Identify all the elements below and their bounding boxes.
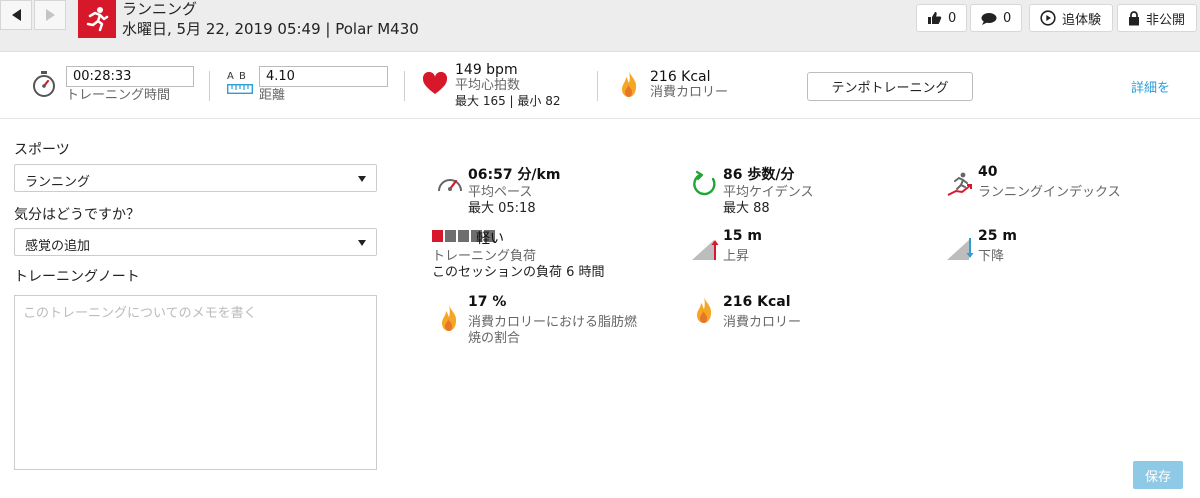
activity-header: ランニング 水曜日, 5月 22, 2019 05:49 | Polar M43… (0, 0, 1200, 52)
cadence-max: 最大 88 (723, 201, 770, 216)
training-load-segment (432, 230, 443, 242)
save-button[interactable]: 保存 (1133, 461, 1183, 489)
flame-icon (697, 297, 712, 323)
privacy-button[interactable]: 非公開 (1117, 4, 1197, 32)
divider (209, 71, 210, 101)
divider (404, 71, 405, 101)
training-load-segment (445, 230, 456, 242)
sport-select-value: ランニング (25, 175, 91, 190)
sport-select[interactable]: ランニング (14, 164, 377, 192)
descent-label: 下降 (978, 249, 1005, 264)
training-load-recovery: このセッションの負荷 6 時間 (432, 265, 605, 280)
relive-label: 追体験 (1062, 12, 1102, 28)
distance-field[interactable]: 4.10 (259, 66, 388, 87)
running-index-label: ランニングインデックス (978, 185, 1121, 200)
fat-burn-value: 17 % (468, 294, 507, 310)
details-link[interactable]: 詳細を (1131, 77, 1170, 96)
calories-label: 消費カロリー (650, 85, 729, 100)
arrow-right-icon (45, 9, 55, 21)
running-index-value: 40 (978, 164, 998, 180)
sport-title: ランニング (122, 0, 198, 18)
play-circle-icon (1040, 10, 1056, 26)
kcal-label: 消費カロリー (723, 315, 802, 330)
like-count: 0 (948, 10, 957, 26)
thumbs-up-icon (928, 12, 942, 24)
training-load-segment (458, 230, 469, 242)
descent-icon (947, 238, 974, 260)
like-button[interactable]: 0 (916, 4, 968, 32)
training-benefit-button[interactable]: テンポトレーニング (807, 72, 973, 101)
duration-label: トレーニング時間 (66, 88, 171, 103)
training-notes-label: トレーニングノート (14, 269, 140, 285)
previous-activity-button[interactable] (0, 0, 32, 30)
arrow-left-icon (11, 9, 21, 21)
hr-average-value: 149 bpm (455, 62, 518, 78)
chevron-down-icon (358, 240, 366, 246)
ascent-label: 上昇 (723, 249, 750, 264)
fat-burn-label-continued: 焼の割合 (468, 331, 521, 346)
next-activity-button[interactable] (34, 0, 66, 30)
pace-max: 最大 05:18 (468, 201, 536, 216)
hr-min-max: 最大 165 | 最小 82 (455, 94, 561, 108)
training-notes-textarea[interactable]: このトレーニングについてのメモを書く (14, 295, 377, 470)
flame-icon (442, 305, 457, 331)
descent-value: 25 m (978, 228, 1017, 244)
ascent-icon (692, 240, 719, 260)
stopwatch-icon (33, 71, 55, 97)
relive-button[interactable]: 追体験 (1029, 4, 1113, 32)
distance-label: 距離 (259, 88, 286, 103)
summary-row: 00:28:33 トレーニング時間 A B 4.10 距離 149 bpm 平均… (0, 53, 1200, 119)
comment-button[interactable]: 0 (970, 4, 1023, 32)
feeling-label: 気分はどうですか？ (14, 207, 140, 223)
lock-icon (1129, 10, 1139, 25)
cadence-icon (693, 170, 716, 196)
comment-icon (981, 12, 997, 25)
ruler-icon (227, 84, 253, 94)
running-sport-icon (78, 0, 116, 38)
feeling-select-value: 感覚の追加 (25, 239, 91, 254)
chevron-down-icon (358, 176, 366, 182)
activity-date-device: 水曜日, 5月 22, 2019 05:49 | Polar M430 (122, 20, 419, 38)
hr-average-label: 平均心拍数 (455, 78, 521, 93)
calories-value: 216 Kcal (650, 69, 711, 85)
divider (597, 71, 598, 101)
speedometer-icon (438, 179, 462, 192)
privacy-label: 非公開 (1146, 12, 1186, 28)
comment-count: 0 (1003, 10, 1012, 26)
sport-label: スポーツ (14, 142, 70, 158)
feeling-select[interactable]: 感覚の追加 (14, 228, 377, 256)
ascent-value: 15 m (723, 228, 762, 244)
distance-ab-label: A B (227, 71, 247, 82)
duration-field[interactable]: 00:28:33 (66, 66, 194, 87)
flame-icon (622, 71, 637, 97)
heart-icon (422, 72, 448, 94)
kcal-value: 216 Kcal (723, 294, 791, 310)
running-index-icon (947, 172, 972, 196)
